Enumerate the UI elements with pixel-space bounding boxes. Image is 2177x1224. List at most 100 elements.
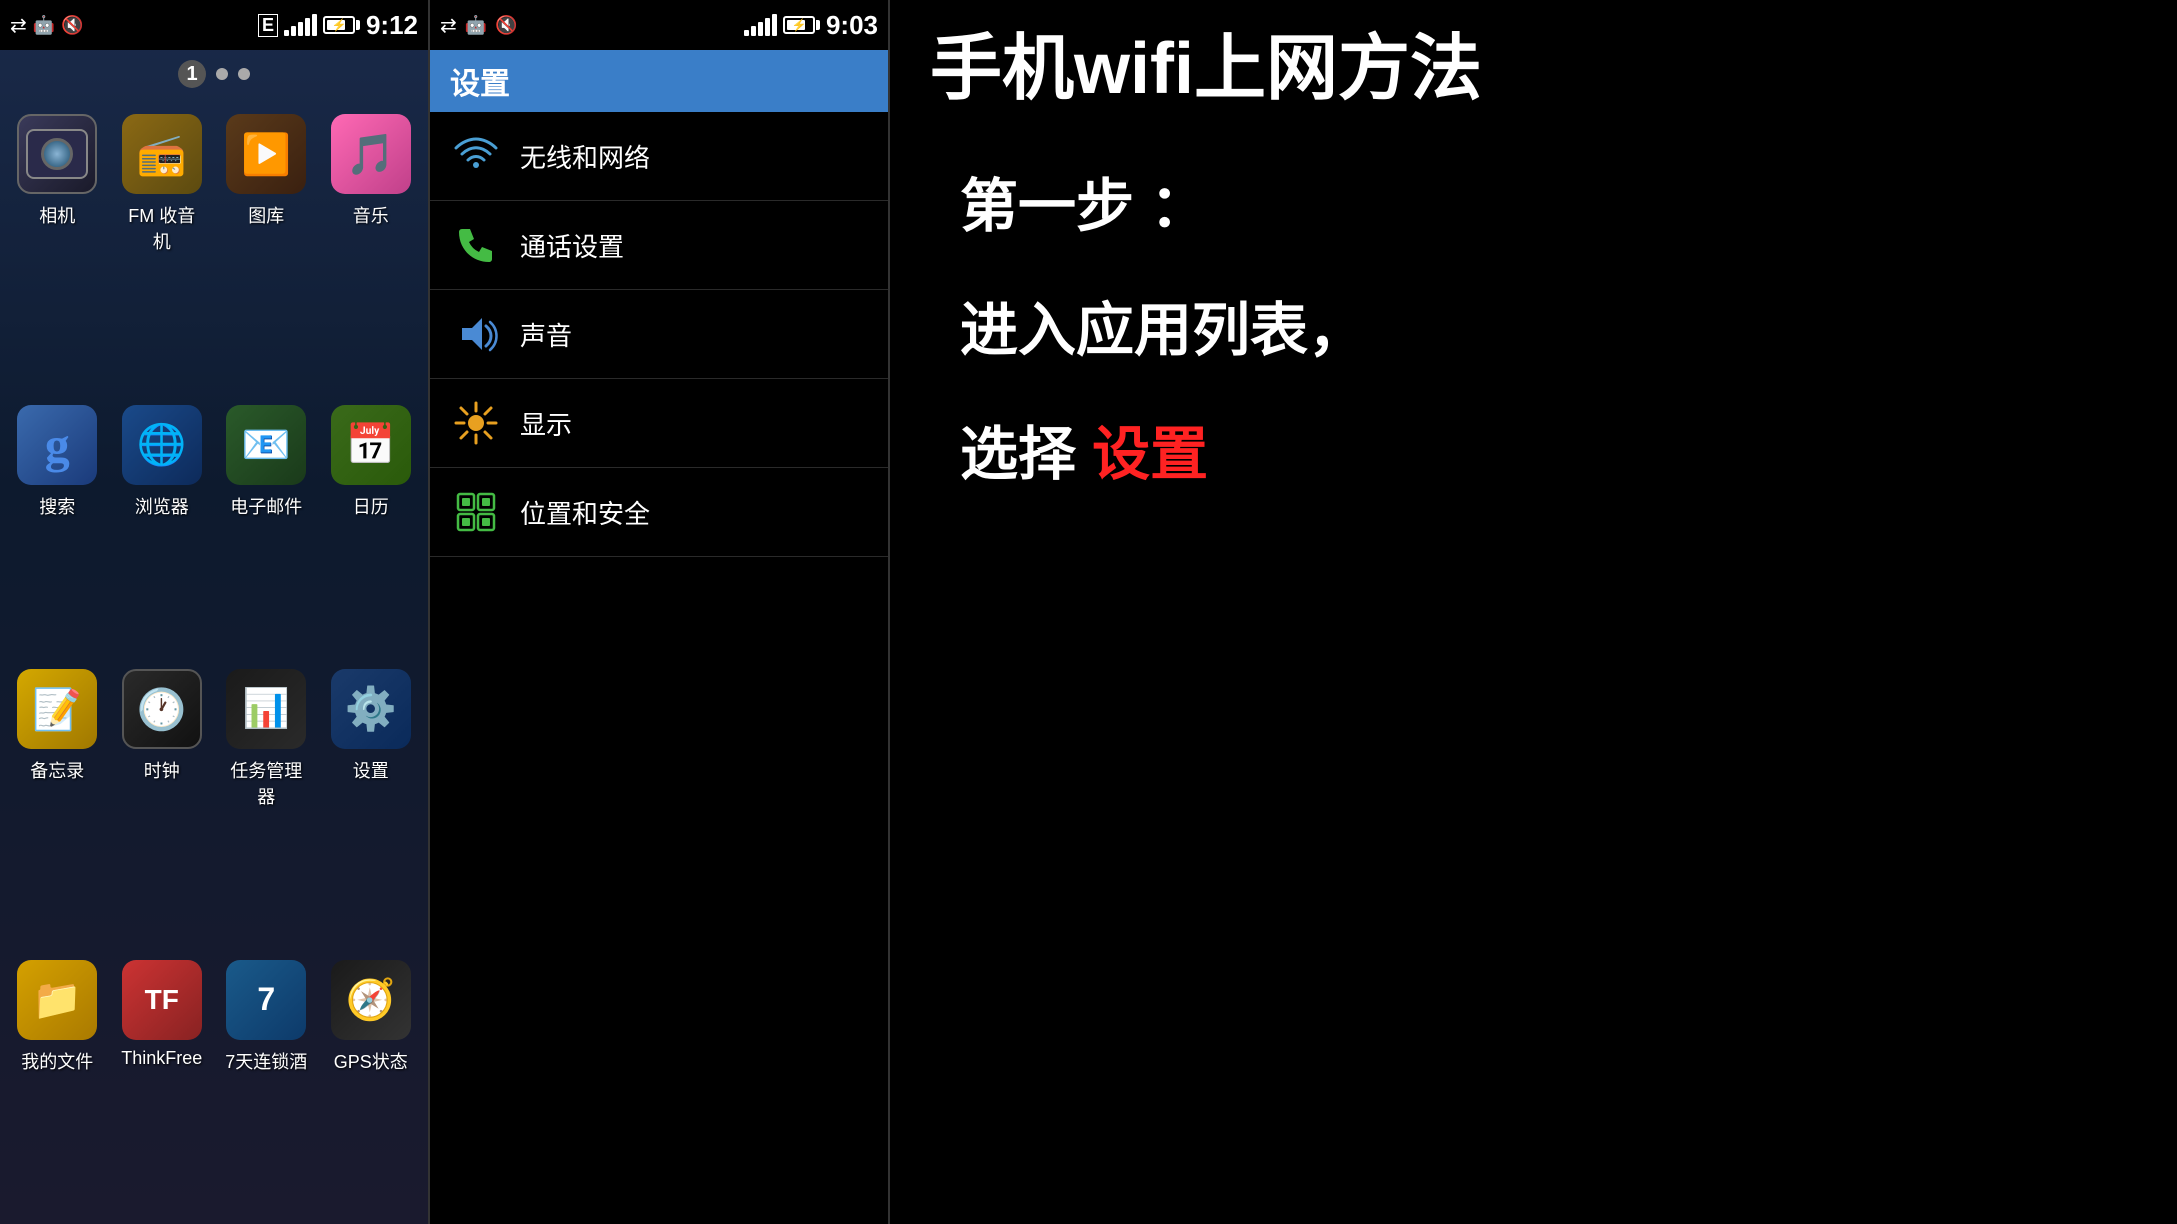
sound-icon (450, 308, 502, 360)
right-instructions-panel: 手机wifi上网方法 第一步 ： 进入应用列表， 选择 设置 (890, 0, 2177, 1224)
wireless-label: 无线和网络 (520, 138, 650, 175)
app-calendar[interactable]: 📅 日历 (329, 405, 414, 650)
gps-icon: 🧭 (331, 960, 411, 1040)
search-label: 搜索 (39, 493, 75, 519)
main-title: 手机wifi上网方法 (930, 30, 2137, 109)
app-email[interactable]: 📧 电子邮件 (224, 405, 309, 650)
instruction2-prefix: 选择 (960, 422, 1092, 487)
tasks-icon: 📊 (226, 669, 306, 749)
mid-bar2 (751, 26, 756, 36)
middle-settings-screen: ⇄ 🤖 🔇 ⚡ 9:03 设置 (430, 0, 890, 1224)
app-7days[interactable]: 7 7天连锁酒 (224, 960, 309, 1205)
mid-bar3 (758, 22, 763, 36)
signal-bars (284, 14, 317, 36)
display-label: 显示 (520, 405, 572, 442)
android-icon: 🤖 (33, 15, 55, 36)
mid-android-icon: 🤖 (465, 15, 487, 36)
music-label: 音乐 (353, 202, 389, 228)
calendar-label: 日历 (353, 493, 389, 519)
app-camera[interactable]: 相机 (15, 114, 100, 385)
settings-sound[interactable]: 声音 (430, 290, 888, 379)
camera-icon (17, 114, 97, 194)
step-label: 第一步 ： (960, 159, 2137, 243)
app-tasks[interactable]: 📊 任务管理器 (224, 669, 309, 940)
gallery-label: 图库 (248, 202, 284, 228)
clock-icon: 🕐 (122, 669, 202, 749)
location-icon (450, 486, 502, 538)
display-icon (450, 397, 502, 449)
mid-silent-icon: 🔇 (495, 15, 517, 36)
settings-app-icon: ⚙️ (331, 669, 411, 749)
app-grid: 相机 📻 FM 收音机 ▶️ 图库 🎵 音乐 g (0, 94, 428, 1224)
instruction1: 进入应用列表， (960, 283, 2137, 367)
clock-label: 时钟 (144, 757, 180, 783)
app-gallery[interactable]: ▶️ 图库 (224, 114, 309, 385)
app-clock[interactable]: 🕐 时钟 (120, 669, 205, 940)
browser-icon: 🌐 (122, 405, 202, 485)
bar1 (284, 30, 289, 36)
wifi-icon (450, 130, 502, 182)
settings-wireless[interactable]: 无线和网络 (430, 112, 888, 201)
bar4 (305, 18, 310, 36)
gps-label: GPS状态 (334, 1048, 408, 1074)
app-files[interactable]: 📁 我的文件 (15, 960, 100, 1205)
left-status-right: E ⚡ 9:12 (258, 10, 418, 41)
instruction2-highlight: 设置 (1092, 422, 1208, 487)
page-number: 1 (178, 60, 206, 88)
files-label: 我的文件 (21, 1048, 93, 1074)
mid-bar1 (744, 30, 749, 36)
settings-list: 无线和网络 通话设置 声音 (430, 112, 888, 557)
page-dot-1 (216, 68, 228, 80)
bar3 (298, 22, 303, 36)
battery-icon: ⚡ (323, 16, 360, 34)
mid-status-icons: ⇄ 🤖 🔇 (440, 13, 518, 38)
app-fm[interactable]: 📻 FM 收音机 (120, 114, 205, 385)
notes-icon: 📝 (17, 669, 97, 749)
sound-label: 声音 (520, 316, 572, 353)
mid-time: 9:03 (826, 10, 878, 41)
mid-usb-icon: ⇄ (440, 13, 457, 38)
browser-label: 浏览器 (135, 493, 189, 519)
7days-label: 7天连锁酒 (225, 1048, 307, 1074)
page-indicator: 1 (0, 50, 428, 94)
tasks-label: 任务管理器 (224, 757, 309, 809)
thinkfree-icon: TF (122, 960, 202, 1040)
left-time: 9:12 (366, 10, 418, 41)
bar5 (312, 14, 317, 36)
thinkfree-label: ThinkFree (121, 1048, 202, 1069)
e-indicator: E (258, 14, 278, 37)
calendar-icon: 📅 (331, 405, 411, 485)
instruction2: 选择 设置 (960, 407, 2137, 491)
7days-icon: 7 (226, 960, 306, 1040)
mid-statusbar: ⇄ 🤖 🔇 ⚡ 9:03 (430, 0, 888, 50)
files-icon: 📁 (17, 960, 97, 1040)
mid-status-right: ⚡ 9:03 (744, 10, 878, 41)
fm-label: FM 收音机 (120, 202, 205, 254)
app-thinkfree[interactable]: TF ThinkFree (120, 960, 205, 1205)
search-icon: g (17, 405, 97, 485)
call-label: 通话设置 (520, 227, 624, 264)
app-search[interactable]: g 搜索 (15, 405, 100, 650)
fm-icon: 📻 (122, 114, 202, 194)
camera-label: 相机 (39, 202, 75, 228)
left-statusbar: ⇄ 🤖 🔇 E ⚡ 9:12 (0, 0, 428, 50)
app-music[interactable]: 🎵 音乐 (329, 114, 414, 385)
music-icon: 🎵 (331, 114, 411, 194)
gallery-icon: ▶️ (226, 114, 306, 194)
settings-display[interactable]: 显示 (430, 379, 888, 468)
settings-call[interactable]: 通话设置 (430, 201, 888, 290)
app-gps[interactable]: 🧭 GPS状态 (329, 960, 414, 1205)
left-status-icons: ⇄ 🤖 🔇 (10, 13, 84, 38)
app-browser[interactable]: 🌐 浏览器 (120, 405, 205, 650)
phone-icon (450, 219, 502, 271)
email-icon: 📧 (226, 405, 306, 485)
app-settings[interactable]: ⚙️ 设置 (329, 669, 414, 940)
page-dot-2 (238, 68, 250, 80)
silent-icon: 🔇 (61, 15, 83, 36)
app-notes[interactable]: 📝 备忘录 (15, 669, 100, 940)
bar2 (291, 26, 296, 36)
settings-location[interactable]: 位置和安全 (430, 468, 888, 557)
settings-title: 设置 (450, 59, 510, 103)
mid-bar5 (772, 14, 777, 36)
mid-battery-icon: ⚡ (783, 16, 820, 34)
